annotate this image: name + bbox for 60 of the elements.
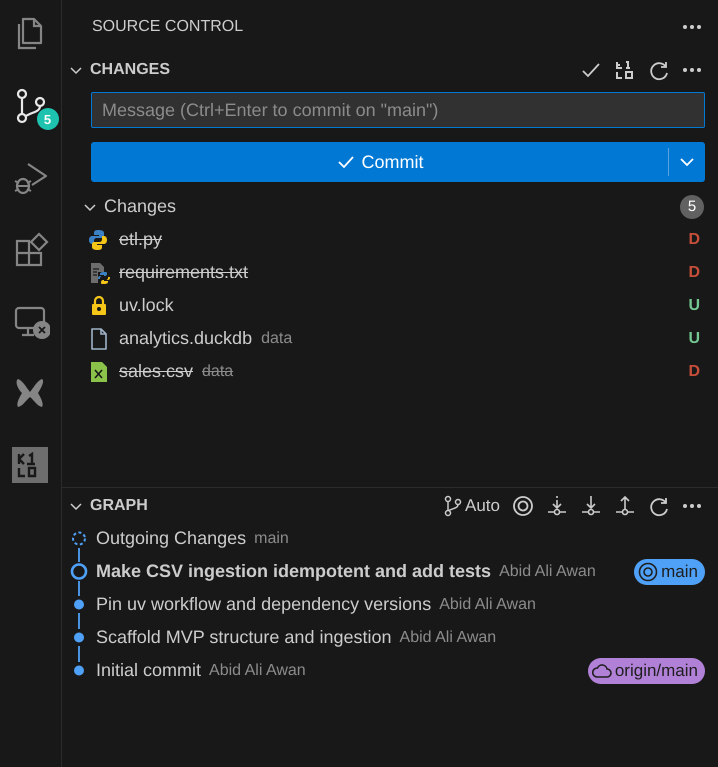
commit-row[interactable]: Pin uv workflow and dependency versions Abid Ali Awan — [62, 588, 718, 621]
commit-message: Scaffold MVP structure and ingestion — [96, 627, 392, 648]
commit-message: Pin uv workflow and dependency versions — [96, 594, 432, 615]
spreadsheet-file-icon — [88, 360, 110, 384]
commit-message: Make CSV ingestion idempotent and add tests — [96, 561, 492, 582]
file-row[interactable]: uv.lock U — [62, 289, 718, 322]
status-letter: D — [688, 264, 700, 282]
branch-tag: main — [634, 558, 705, 584]
file-row[interactable]: analytics.duckdb data U — [62, 322, 718, 355]
status-letter: U — [688, 330, 700, 348]
target-icon — [638, 562, 658, 582]
section-title: CHANGES — [90, 61, 172, 79]
status-letter: D — [688, 362, 700, 380]
more-icon[interactable] — [682, 24, 702, 30]
panel-title: SOURCE CONTROL — [92, 18, 244, 36]
file-name: analytics.duckdb — [119, 328, 252, 349]
commit-author: main — [254, 530, 289, 548]
file-row[interactable]: requirements.txt D — [62, 256, 718, 289]
section-title: GRAPH — [90, 497, 149, 515]
status-letter: U — [688, 296, 700, 314]
head-node-icon — [68, 555, 90, 588]
commit-row[interactable]: Initial commit Abid Ali Awan origin/main — [62, 654, 718, 687]
target-icon[interactable] — [512, 495, 534, 517]
file-name: etl.py — [119, 229, 162, 250]
commit-row[interactable]: Make CSV ingestion idempotent and add tests Abid Ali Awan main — [62, 555, 718, 588]
more-icon[interactable] — [682, 67, 702, 73]
group-label: Changes — [104, 196, 178, 217]
commit-row[interactable]: Scaffold MVP structure and ingestion Abid Ali Awan — [62, 621, 718, 654]
refresh-icon[interactable] — [648, 59, 670, 81]
commit-author: Abid Ali Awan — [499, 562, 596, 580]
refresh-icon[interactable] — [648, 495, 670, 517]
count-badge: 5 — [680, 194, 704, 218]
python-file-icon — [88, 260, 110, 284]
branch-icon — [443, 495, 464, 517]
file-description: data — [202, 362, 234, 380]
commit-author: Abid Ali Awan — [209, 662, 306, 680]
pull-icon[interactable] — [580, 495, 602, 517]
commit-author: Abid Ali Awan — [400, 628, 496, 646]
status-letter: D — [688, 230, 700, 248]
commit-message: Outgoing Changes — [96, 528, 246, 549]
more-icon[interactable] — [682, 503, 702, 509]
count-badge: 5 — [36, 108, 58, 130]
kilo-icon[interactable] — [614, 59, 636, 81]
file-row[interactable]: sales.csv data D — [62, 355, 718, 388]
file-description: data — [261, 330, 292, 348]
file-name: uv.lock — [119, 295, 174, 316]
file-icon — [88, 326, 110, 350]
fetch-icon[interactable] — [546, 495, 568, 517]
file-row[interactable]: etl.py D — [62, 223, 718, 256]
commit-message: Initial commit — [96, 660, 202, 681]
push-icon[interactable] — [614, 495, 636, 517]
message-field[interactable]: Message (Ctrl+Enter to commit on "main") — [91, 92, 705, 128]
branch-tag: origin/main — [588, 658, 705, 684]
file-name: sales.csv — [119, 361, 194, 382]
commit-author: Abid Ali Awan — [439, 596, 536, 614]
commit-row[interactable]: Outgoing Changes main — [62, 522, 718, 555]
python-icon — [88, 228, 110, 252]
file-name: requirements.txt — [119, 262, 248, 283]
kilo-logo-icon[interactable] — [12, 447, 50, 485]
branch-mode-button[interactable]: Auto — [443, 495, 500, 517]
